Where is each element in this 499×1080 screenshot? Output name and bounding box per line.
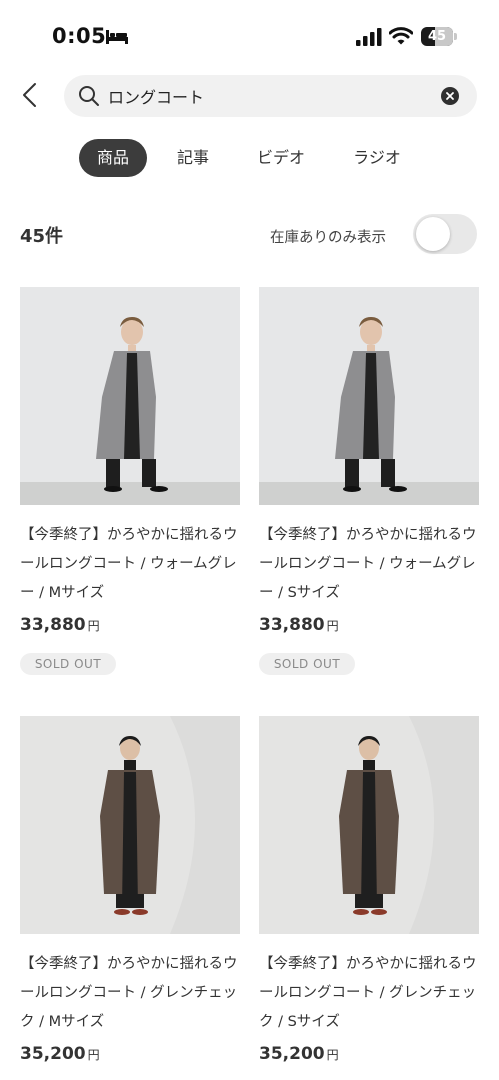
price-value: 35,200: [20, 1044, 86, 1064]
price-value: 35,200: [259, 1044, 325, 1064]
product-price: 33,880 円: [20, 615, 100, 635]
tab-videos[interactable]: ビデオ: [246, 139, 316, 177]
tab-radio[interactable]: ラジオ: [341, 139, 413, 177]
product-name[interactable]: 【今季終了】かろやかに揺れるウールロングコート / ウォームグレー / Mサイズ: [20, 521, 242, 608]
product-image[interactable]: [259, 716, 479, 934]
product-image[interactable]: [20, 716, 240, 934]
bed-icon: [106, 30, 128, 44]
price-unit: 円: [87, 619, 100, 633]
status-bar: 0:05 45: [0, 0, 499, 70]
battery-icon: 45: [421, 27, 457, 46]
product-name[interactable]: 【今季終了】かろやかに揺れるウールロングコート / ウォームグレー / Sサイズ: [259, 521, 481, 608]
result-count: 45件: [20, 226, 64, 247]
product-name[interactable]: 【今季終了】かろやかに揺れるウールロングコート / グレンチェック / Sサイズ: [259, 950, 481, 1037]
clear-icon[interactable]: [441, 87, 459, 105]
price-unit: 円: [326, 1048, 339, 1062]
product-image[interactable]: [259, 287, 479, 505]
product-name[interactable]: 【今季終了】かろやかに揺れるウールロングコート / グレンチェック / Mサイズ: [20, 950, 242, 1037]
price-value: 33,880: [20, 615, 86, 635]
content-tabs: 商品 記事 ビデオ ラジオ: [0, 139, 499, 177]
sold-out-badge: SOLD OUT: [20, 653, 116, 675]
product-price: 35,200 円: [20, 1044, 100, 1064]
sold-out-badge: SOLD OUT: [259, 653, 355, 675]
tab-articles[interactable]: 記事: [164, 139, 222, 177]
status-time: 0:05: [52, 24, 107, 48]
product-image[interactable]: [20, 287, 240, 505]
search-icon: [79, 86, 99, 106]
in-stock-toggle[interactable]: [413, 214, 477, 254]
price-unit: 円: [326, 619, 339, 633]
search-bar[interactable]: [64, 75, 477, 117]
battery-level: 45: [427, 29, 447, 44]
search-input[interactable]: [108, 75, 428, 117]
in-stock-filter-label: 在庫ありのみ表示: [270, 230, 386, 246]
tab-products[interactable]: 商品: [79, 139, 147, 177]
price-unit: 円: [87, 1048, 100, 1062]
signal-icon: [356, 28, 382, 46]
product-price: 35,200 円: [259, 1044, 339, 1064]
product-price: 33,880 円: [259, 615, 339, 635]
toggle-knob: [416, 217, 450, 251]
wifi-icon: [389, 27, 413, 45]
back-icon[interactable]: [16, 80, 46, 110]
price-value: 33,880: [259, 615, 325, 635]
